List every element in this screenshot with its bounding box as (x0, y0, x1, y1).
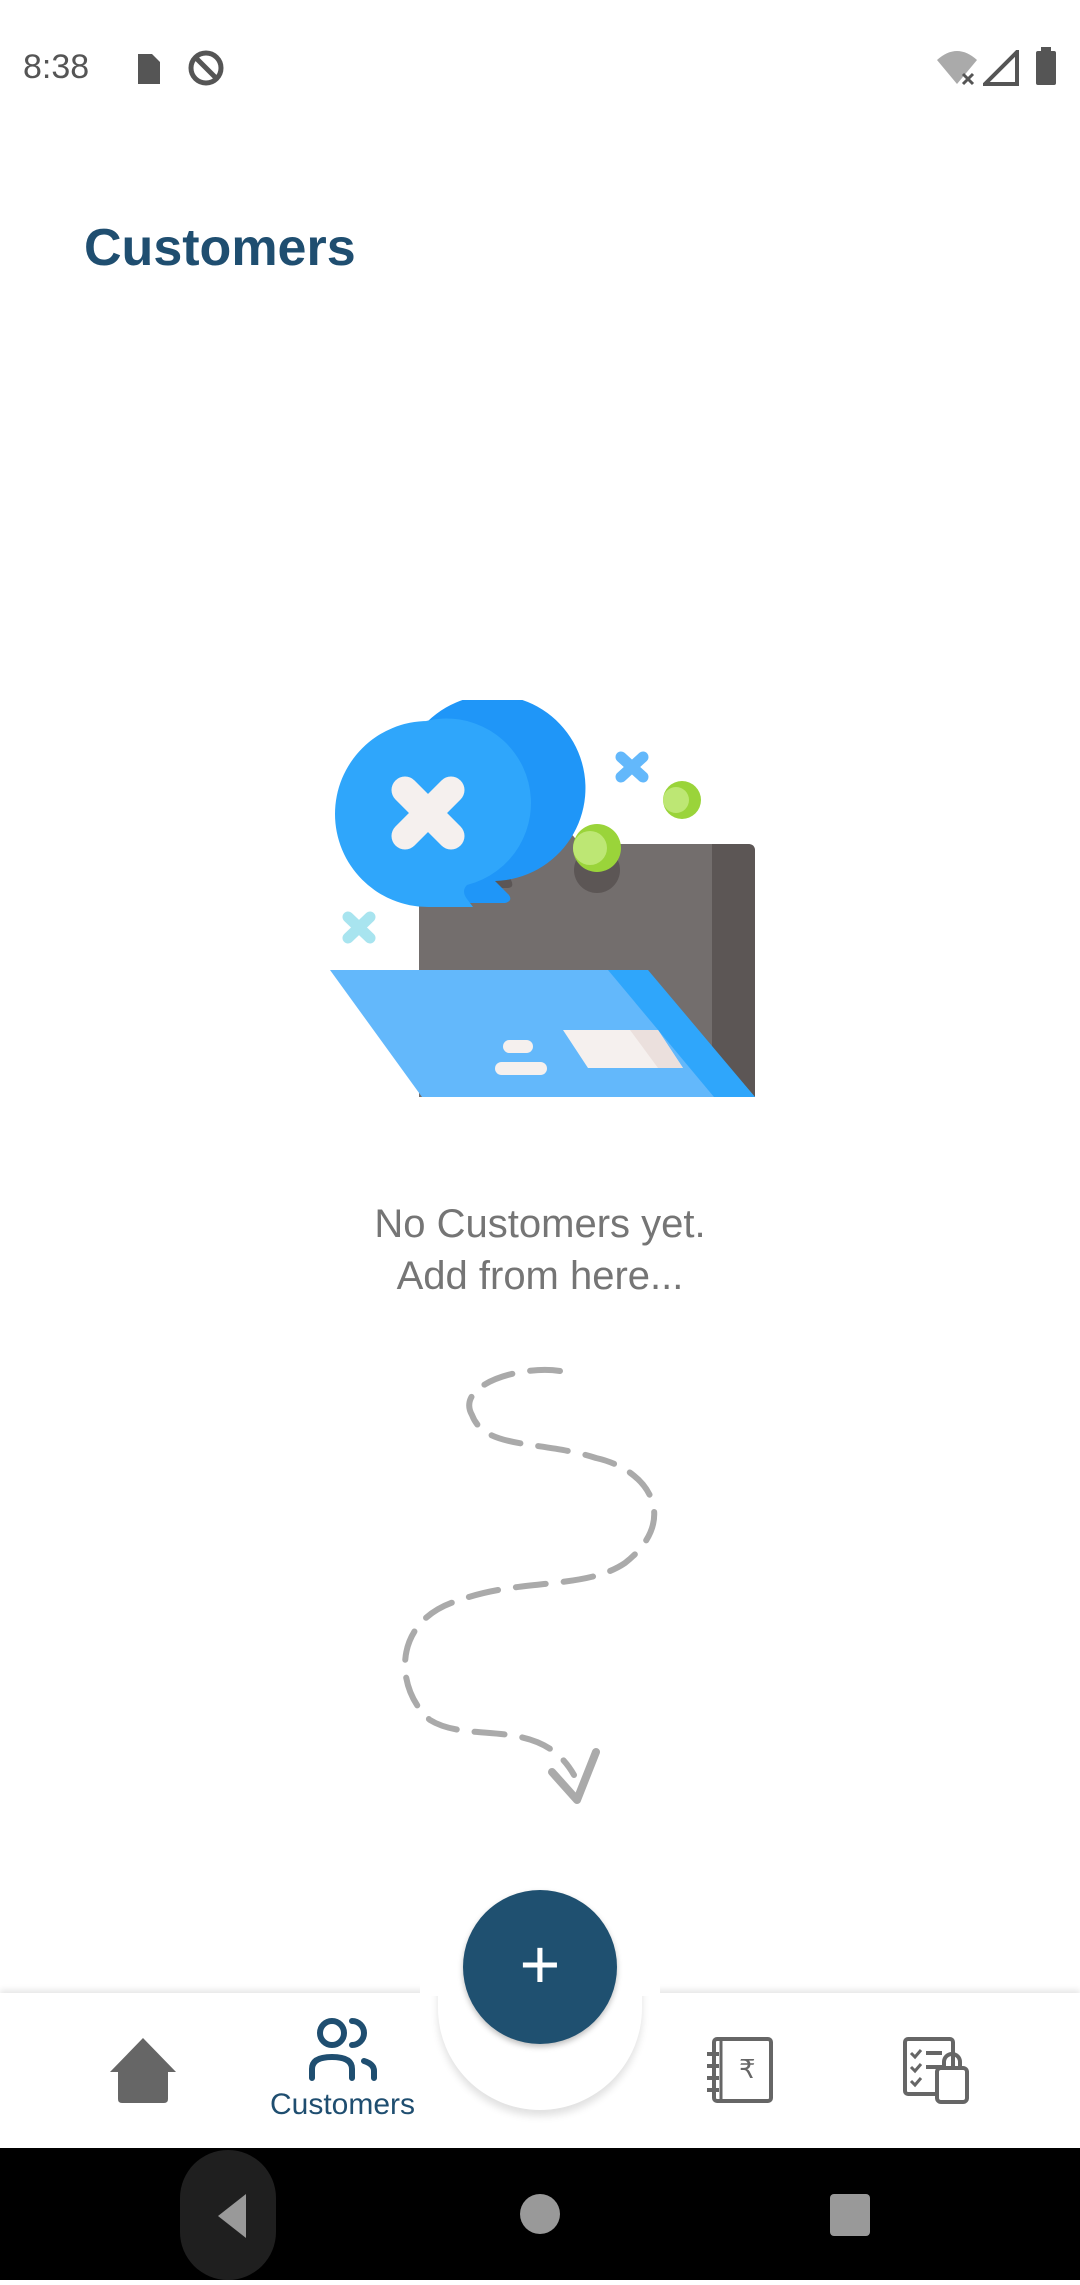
rupee-ledger-icon: ₹ (707, 2037, 773, 2103)
system-navigation-bar (0, 2148, 1080, 2280)
nav-customers[interactable]: Customers (240, 2013, 445, 2122)
customers-icon (308, 2018, 377, 2081)
nav-customers-label: Customers (269, 2088, 416, 2121)
nav-tasks[interactable] (902, 2036, 972, 2106)
checklist-bag-icon (903, 2037, 969, 2104)
svg-text:₹: ₹ (739, 2055, 756, 2085)
home-icon (110, 2038, 176, 2103)
home-button[interactable] (520, 2194, 560, 2234)
dashed-arrow-icon (402, 1367, 658, 1804)
add-customer-button[interactable]: + (463, 1890, 617, 2044)
nav-home[interactable] (100, 2035, 186, 2105)
recents-button[interactable] (830, 2194, 870, 2236)
nav-ledger[interactable]: ₹ (705, 2036, 775, 2106)
back-icon (218, 2194, 246, 2238)
back-button[interactable] (180, 2150, 276, 2280)
